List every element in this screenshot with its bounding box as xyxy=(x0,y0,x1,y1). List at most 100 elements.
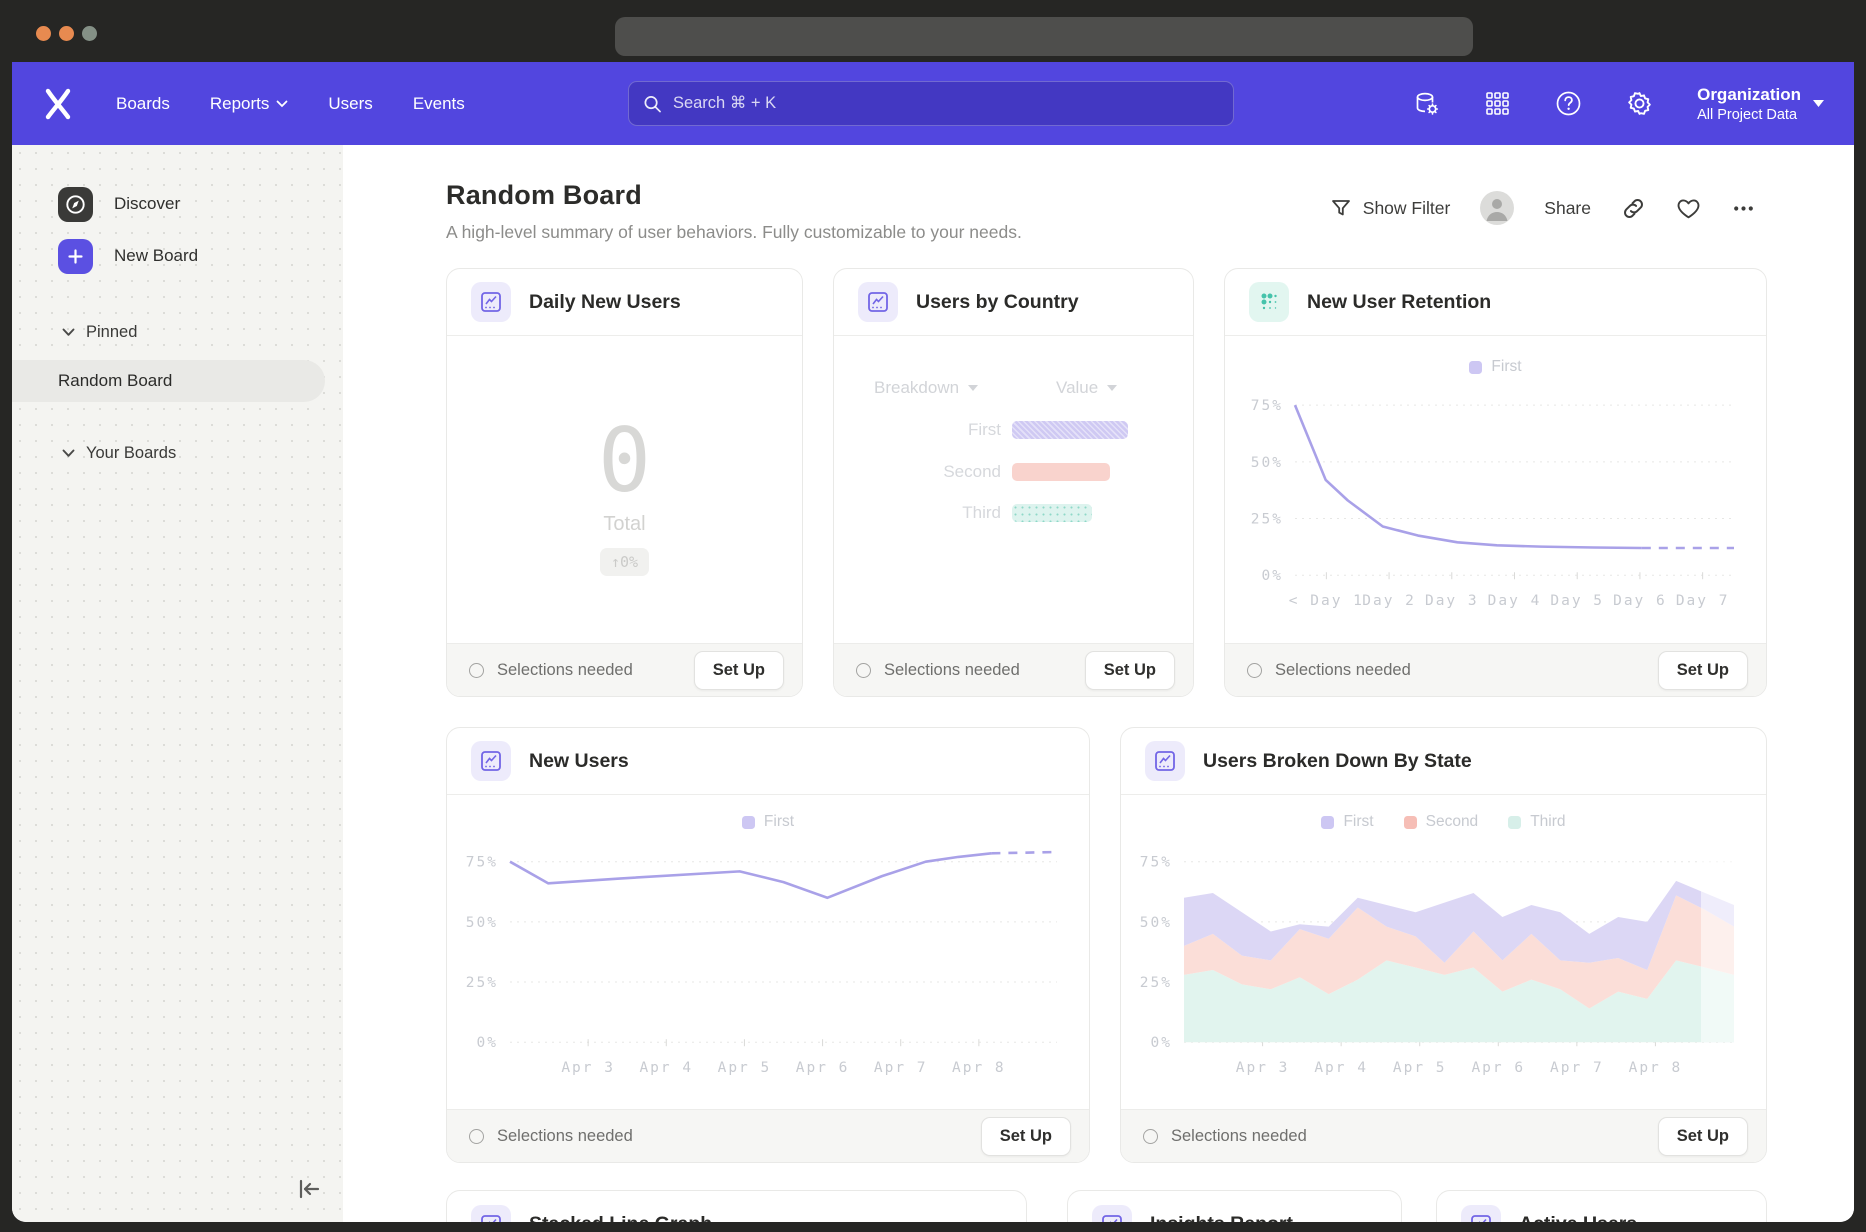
data-management-icon[interactable] xyxy=(1413,90,1440,117)
favorite-heart-icon[interactable] xyxy=(1676,196,1701,221)
nav-item-users[interactable]: Users xyxy=(328,94,372,114)
card-title: Daily New Users xyxy=(529,291,681,314)
card-body: FirstSecondThird 75%50%25%0%Apr 3Apr 4Ap… xyxy=(1121,795,1766,1109)
card-title: Active Users xyxy=(1519,1213,1637,1222)
svg-text:25%: 25% xyxy=(1140,975,1172,991)
app-page: Boards Reports Users Events xyxy=(12,62,1854,1222)
card-active-users: Active Users xyxy=(1436,1190,1767,1222)
svg-text:Apr 8: Apr 8 xyxy=(1629,1060,1683,1076)
card-header: New User Retention xyxy=(1225,269,1766,336)
row-label: First xyxy=(834,420,1001,440)
bar-first xyxy=(1012,421,1128,439)
card-new-users: New Users First 75%50%25%0%Apr 3Apr 4Apr… xyxy=(446,727,1090,1163)
set-up-button[interactable]: Set Up xyxy=(981,1117,1071,1156)
card-header: Users by Country xyxy=(834,269,1193,336)
card-header: Stacked Line Graph xyxy=(447,1191,1026,1222)
card-users-by-state: Users Broken Down By State FirstSecondTh… xyxy=(1120,727,1767,1163)
sidebar-collapse-icon[interactable] xyxy=(294,1174,324,1204)
line-chart-icon xyxy=(1145,741,1185,781)
apps-grid-icon[interactable] xyxy=(1484,90,1511,117)
card-header: Daily New Users xyxy=(447,269,802,336)
svg-text:Apr 5: Apr 5 xyxy=(1393,1060,1447,1076)
settings-gear-icon[interactable] xyxy=(1626,90,1653,117)
svg-text:50%: 50% xyxy=(1251,455,1283,471)
sidebar-section-your-boards[interactable]: Your Boards xyxy=(12,440,343,466)
card-body: Breakdown Value First xyxy=(834,336,1193,643)
traffic-light-zoom[interactable] xyxy=(82,26,97,41)
status-text: Selections needed xyxy=(497,661,694,680)
window-titlebar xyxy=(0,0,1866,62)
share-button[interactable]: Share xyxy=(1544,198,1591,219)
card-title: Insights Report xyxy=(1150,1213,1293,1222)
show-filter-button[interactable]: Show Filter xyxy=(1330,197,1451,219)
status-circle-icon xyxy=(1143,1129,1158,1144)
card-title: New User Retention xyxy=(1307,291,1491,314)
svg-text:0%: 0% xyxy=(1262,568,1283,584)
page-subtitle: A high-level summary of user behaviors. … xyxy=(446,222,1854,243)
nav-item-events[interactable]: Events xyxy=(413,94,465,114)
set-up-button[interactable]: Set Up xyxy=(694,651,784,690)
sidebar-item-new-board[interactable]: New Board xyxy=(12,233,343,279)
set-up-button[interactable]: Set Up xyxy=(1085,651,1175,690)
traffic-light-close[interactable] xyxy=(36,26,51,41)
svg-text:Day 5: Day 5 xyxy=(1550,593,1604,609)
svg-text:Apr 8: Apr 8 xyxy=(952,1060,1006,1076)
set-up-button[interactable]: Set Up xyxy=(1658,1117,1748,1156)
org-project-switcher[interactable]: Organization All Project Data xyxy=(1697,84,1824,123)
help-icon[interactable] xyxy=(1555,90,1582,117)
card-header: Users Broken Down By State xyxy=(1121,728,1766,795)
cards-grid: Daily New Users 0 Total ↑0% Selections n… xyxy=(446,268,1767,1222)
avatar[interactable] xyxy=(1480,191,1514,225)
retention-grid-icon xyxy=(1249,282,1289,322)
bar-second xyxy=(1012,463,1110,481)
nav-item-boards[interactable]: Boards xyxy=(116,94,170,114)
svg-text:Apr 7: Apr 7 xyxy=(1550,1060,1604,1076)
svg-text:50%: 50% xyxy=(1140,915,1172,931)
svg-text:Apr 6: Apr 6 xyxy=(1471,1060,1525,1076)
status-circle-icon xyxy=(469,1129,484,1144)
chevron-down-icon xyxy=(62,449,75,458)
card-body: 0 Total ↑0% xyxy=(447,336,802,643)
search-icon xyxy=(643,94,662,114)
sidebar-section-pinned[interactable]: Pinned xyxy=(12,319,343,345)
kpi-label: Total xyxy=(603,513,645,536)
value-dropdown[interactable]: Value xyxy=(1056,378,1117,398)
org-name: Organization xyxy=(1697,84,1801,107)
person-icon xyxy=(1480,191,1514,225)
sidebar: Discover New Board Pinned Random Board xyxy=(12,145,343,1222)
svg-text:Apr 6: Apr 6 xyxy=(796,1060,850,1076)
breakdown-dropdown[interactable]: Breakdown xyxy=(874,378,978,398)
card-footer: Selections needed Set Up xyxy=(1121,1109,1766,1162)
sidebar-item-random-board[interactable]: Random Board xyxy=(12,360,325,402)
browser-url-bar[interactable] xyxy=(615,17,1473,56)
caret-down-icon xyxy=(968,385,978,391)
card-daily-new-users: Daily New Users 0 Total ↑0% Selections n… xyxy=(446,268,803,697)
search-input[interactable] xyxy=(673,94,1219,113)
svg-text:75%: 75% xyxy=(1140,855,1172,871)
status-circle-icon xyxy=(856,663,871,678)
svg-text:Apr 5: Apr 5 xyxy=(718,1060,772,1076)
nav-item-reports[interactable]: Reports xyxy=(210,94,289,114)
mixpanel-logo-icon[interactable] xyxy=(40,86,76,122)
random-board-label: Random Board xyxy=(58,371,172,391)
line-chart-icon xyxy=(471,741,511,781)
sidebar-item-discover[interactable]: Discover xyxy=(12,181,343,227)
global-search[interactable] xyxy=(628,81,1234,126)
cards-row-1: Daily New Users 0 Total ↑0% Selections n… xyxy=(446,268,1767,697)
svg-text:< Day 1: < Day 1 xyxy=(1289,593,1364,609)
set-up-button[interactable]: Set Up xyxy=(1658,651,1748,690)
traffic-light-minimize[interactable] xyxy=(59,26,74,41)
new-users-chart: 75%50%25%0%Apr 3Apr 4Apr 5Apr 6Apr 7Apr … xyxy=(447,795,1089,1109)
status-text: Selections needed xyxy=(497,1127,981,1146)
more-options-icon[interactable] xyxy=(1731,196,1756,221)
nav-right-actions: Organization All Project Data xyxy=(1413,84,1824,123)
copy-link-icon[interactable] xyxy=(1621,196,1646,221)
svg-text:Day 4: Day 4 xyxy=(1488,593,1542,609)
card-footer: Selections needed Set Up xyxy=(447,643,802,696)
status-circle-icon xyxy=(1247,663,1262,678)
caret-down-icon xyxy=(1813,100,1824,107)
card-body: First 75%50%25%0%< Day 1Day 2Day 3Day 4D… xyxy=(1225,336,1766,643)
status-text: Selections needed xyxy=(884,661,1085,680)
kpi-value: 0 xyxy=(598,417,651,505)
users-by-state-chart: 75%50%25%0%Apr 3Apr 4Apr 5Apr 6Apr 7Apr … xyxy=(1121,795,1766,1109)
